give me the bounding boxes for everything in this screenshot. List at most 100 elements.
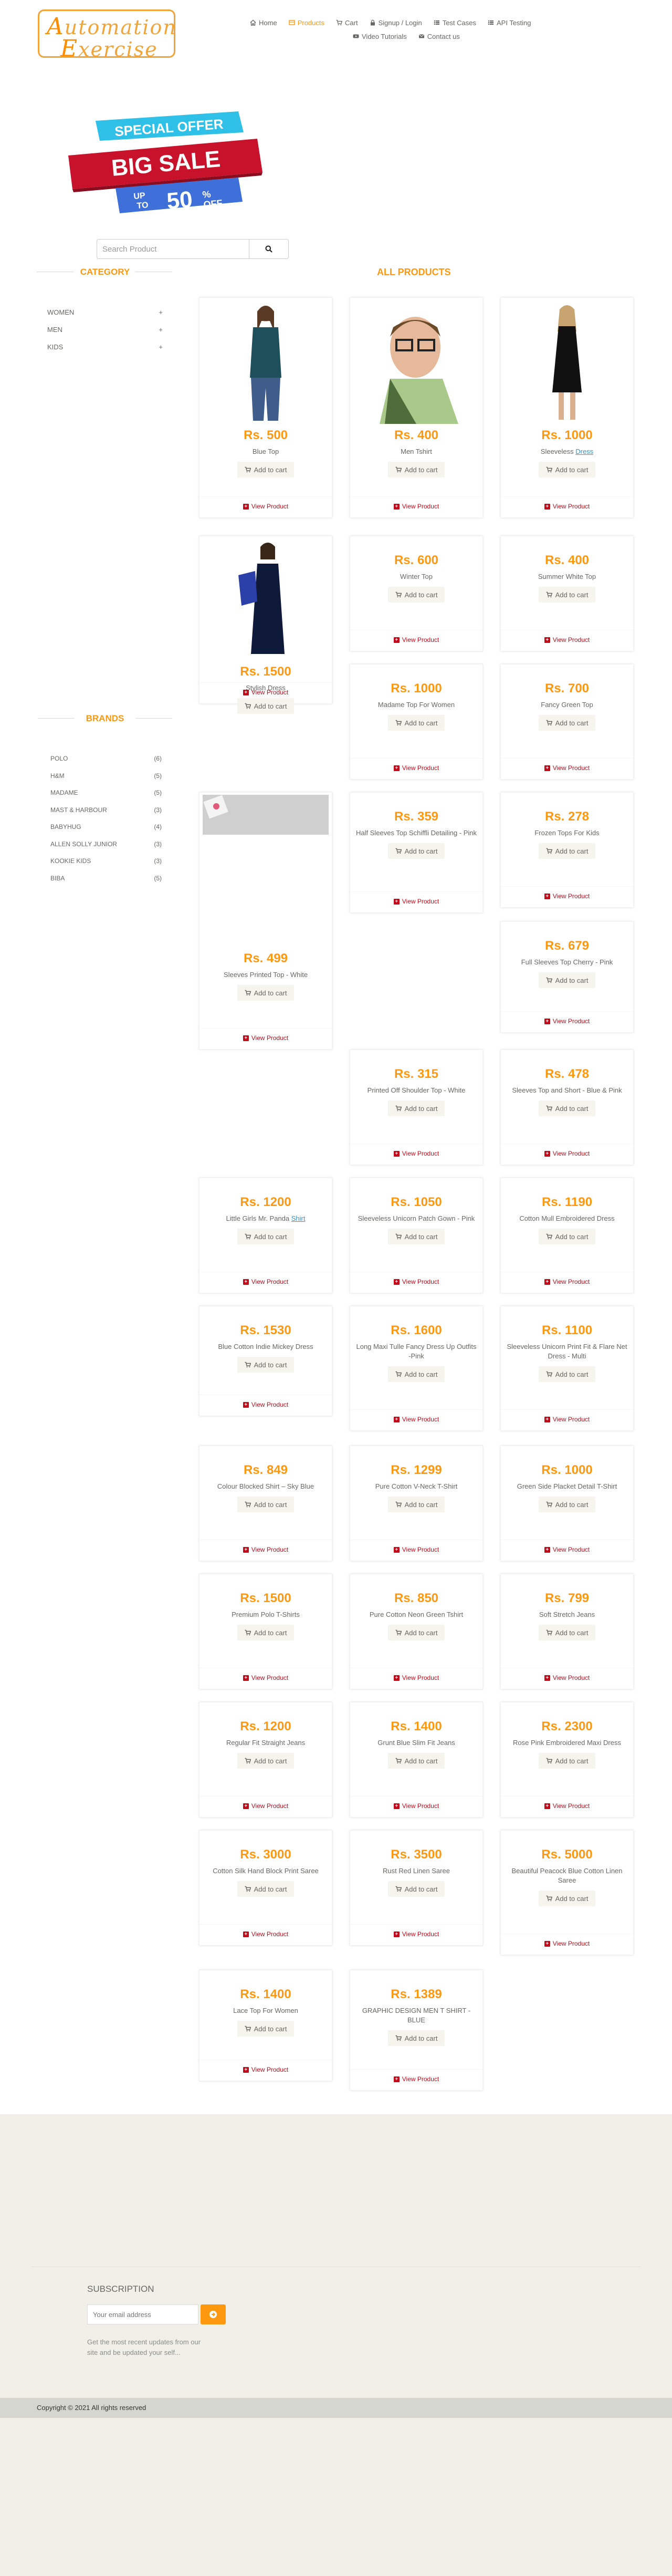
add-to-cart-button[interactable]: Add to cart <box>538 972 596 988</box>
nav-products[interactable]: Products <box>288 19 324 27</box>
view-product-link[interactable]: + View Product <box>243 1802 288 1810</box>
add-to-cart-button[interactable]: Add to cart <box>387 1100 445 1116</box>
view-product-link[interactable]: + View Product <box>544 503 590 510</box>
product-name: Cotton Silk Hand Block Print Saree <box>213 1867 319 1875</box>
add-to-cart-button[interactable]: Add to cart <box>237 1881 295 1897</box>
brand-item[interactable]: H&M (5) <box>50 767 162 785</box>
view-product-link[interactable]: + View Product <box>393 1278 439 1285</box>
view-product-link[interactable]: + View Product <box>544 1017 590 1025</box>
add-to-cart-button[interactable]: Add to cart <box>387 1753 445 1769</box>
subscribe-button[interactable] <box>201 2304 226 2324</box>
nav-signup-login[interactable]: Signup / Login <box>370 19 422 27</box>
add-to-cart-button[interactable]: Add to cart <box>237 2021 295 2037</box>
view-product-link[interactable]: + View Product <box>393 503 439 510</box>
plus-icon[interactable]: + <box>159 343 163 351</box>
add-to-cart-button[interactable]: Add to cart <box>237 462 295 477</box>
search-icon <box>265 245 272 253</box>
view-product-link[interactable]: + View Product <box>544 636 590 643</box>
nav-home[interactable]: Home <box>250 19 277 27</box>
add-to-cart-button[interactable]: Add to cart <box>237 985 295 1001</box>
add-to-cart-button[interactable]: Add to cart <box>237 1357 295 1373</box>
view-product-link[interactable]: + View Product <box>243 1546 288 1553</box>
add-to-cart-button[interactable]: Add to cart <box>538 1229 596 1244</box>
view-product-link[interactable]: + View Product <box>393 1150 439 1157</box>
view-product-link[interactable]: + View Product <box>393 1674 439 1681</box>
view-product-link[interactable]: + View Product <box>393 1802 439 1810</box>
cart-icon <box>245 466 251 473</box>
add-to-cart-button[interactable]: Add to cart <box>538 715 596 731</box>
brand-item[interactable]: Allen Solly Junior (3) <box>50 836 162 853</box>
product-name-link[interactable]: Shirt <box>291 1214 306 1222</box>
add-to-cart-button[interactable]: Add to cart <box>538 1753 596 1769</box>
view-product-link[interactable]: + View Product <box>393 1546 439 1553</box>
brand-item[interactable]: Biba (5) <box>50 870 162 887</box>
add-to-cart-button[interactable]: Add to cart <box>387 1497 445 1512</box>
view-product-link[interactable]: + View Product <box>393 2075 439 2083</box>
add-to-cart-button[interactable]: Add to cart <box>387 462 445 477</box>
product-card: Rs. 1400 Grunt Blue Slim Fit Jeans Add to … <box>350 1702 483 1817</box>
add-to-cart-button[interactable]: Add to cart <box>538 843 596 859</box>
view-product-link[interactable]: + View Product <box>393 1930 439 1938</box>
view-product-link[interactable]: + View Product <box>393 764 439 772</box>
view-product-link[interactable]: + View Product <box>393 898 439 905</box>
view-product-link[interactable]: + View Product <box>544 1940 590 1947</box>
category-men[interactable]: Men + <box>47 321 163 338</box>
view-product-link[interactable]: + View Product <box>243 1401 288 1408</box>
view-product-link[interactable]: + View Product <box>544 764 590 772</box>
add-to-cart-button[interactable]: Add to cart <box>538 1100 596 1116</box>
add-to-cart-button[interactable]: Add to cart <box>387 1229 445 1244</box>
add-to-cart-button[interactable]: Add to cart <box>387 843 445 859</box>
add-to-cart-button[interactable]: Add to cart <box>538 1891 596 1906</box>
view-product-link[interactable]: + View Product <box>544 1416 590 1423</box>
add-to-cart-button[interactable]: Add to cart <box>538 462 596 477</box>
view-product-link[interactable]: + View Product <box>243 1034 288 1042</box>
view-product-link[interactable]: + View Product <box>243 503 288 510</box>
view-product-link[interactable]: + View Product <box>393 1416 439 1423</box>
add-to-cart-button[interactable]: Add to cart <box>237 1497 295 1512</box>
add-to-cart-button[interactable]: Add to cart <box>387 2030 445 2046</box>
add-to-cart-button[interactable]: Add to cart <box>237 1229 295 1244</box>
add-to-cart-button[interactable]: Add to cart <box>387 587 445 603</box>
brand-item[interactable]: Mast & Harbour (3) <box>50 802 162 819</box>
plus-icon[interactable]: + <box>159 308 163 316</box>
add-to-cart-button[interactable]: Add to cart <box>538 1497 596 1512</box>
add-to-cart-button[interactable]: Add to cart <box>387 715 445 731</box>
add-to-cart-button[interactable]: Add to cart <box>538 587 596 603</box>
nav-cart[interactable]: Cart <box>336 19 358 27</box>
view-product-link[interactable]: + View Product <box>243 689 288 696</box>
add-to-cart-button[interactable]: Add to cart <box>237 1625 295 1640</box>
nav-contact-us[interactable]: Contact us <box>418 33 460 40</box>
site-logo[interactable]: Automation Exercise <box>38 9 176 62</box>
view-product-link[interactable]: + View Product <box>544 1278 590 1285</box>
add-to-cart-button[interactable]: Add to cart <box>237 1753 295 1769</box>
view-product-link[interactable]: + View Product <box>243 1930 288 1938</box>
view-product-link[interactable]: + View Product <box>544 1546 590 1553</box>
view-product-link[interactable]: + View Product <box>544 1674 590 1681</box>
view-product-link[interactable]: + View Product <box>544 892 590 900</box>
add-to-cart-button[interactable]: Add to cart <box>387 1881 445 1897</box>
add-to-cart-button[interactable]: Add to cart <box>538 1625 596 1640</box>
category-kids[interactable]: Kids + <box>47 338 163 356</box>
add-to-cart-button[interactable]: Add to cart <box>538 1366 596 1382</box>
add-to-cart-button[interactable]: Add to cart <box>387 1366 445 1382</box>
subscription-email-input[interactable] <box>87 2304 198 2324</box>
nav-video-tutorials[interactable]: Video Tutorials <box>353 33 407 40</box>
search-input[interactable] <box>97 239 249 259</box>
brand-item[interactable]: Madame (5) <box>50 784 162 802</box>
view-product-link[interactable]: + View Product <box>544 1802 590 1810</box>
view-product-link[interactable]: + View Product <box>393 636 439 643</box>
product-name-link[interactable]: Dress <box>575 448 593 455</box>
category-women[interactable]: Women + <box>47 304 163 321</box>
plus-icon[interactable]: + <box>159 326 163 334</box>
brand-item[interactable]: Polo (6) <box>50 750 162 767</box>
brand-item[interactable]: Kookie Kids (3) <box>50 853 162 870</box>
brand-item[interactable]: Babyhug (4) <box>50 818 162 836</box>
nav-test-cases[interactable]: Test Cases <box>434 19 476 27</box>
nav-api-testing[interactable]: API Testing <box>488 19 531 27</box>
view-product-link[interactable]: + View Product <box>544 1150 590 1157</box>
view-product-link[interactable]: + View Product <box>243 1674 288 1681</box>
search-button[interactable] <box>249 239 289 259</box>
add-to-cart-button[interactable]: Add to cart <box>387 1625 445 1640</box>
view-product-link[interactable]: + View Product <box>243 2066 288 2073</box>
view-product-link[interactable]: + View Product <box>243 1278 288 1285</box>
